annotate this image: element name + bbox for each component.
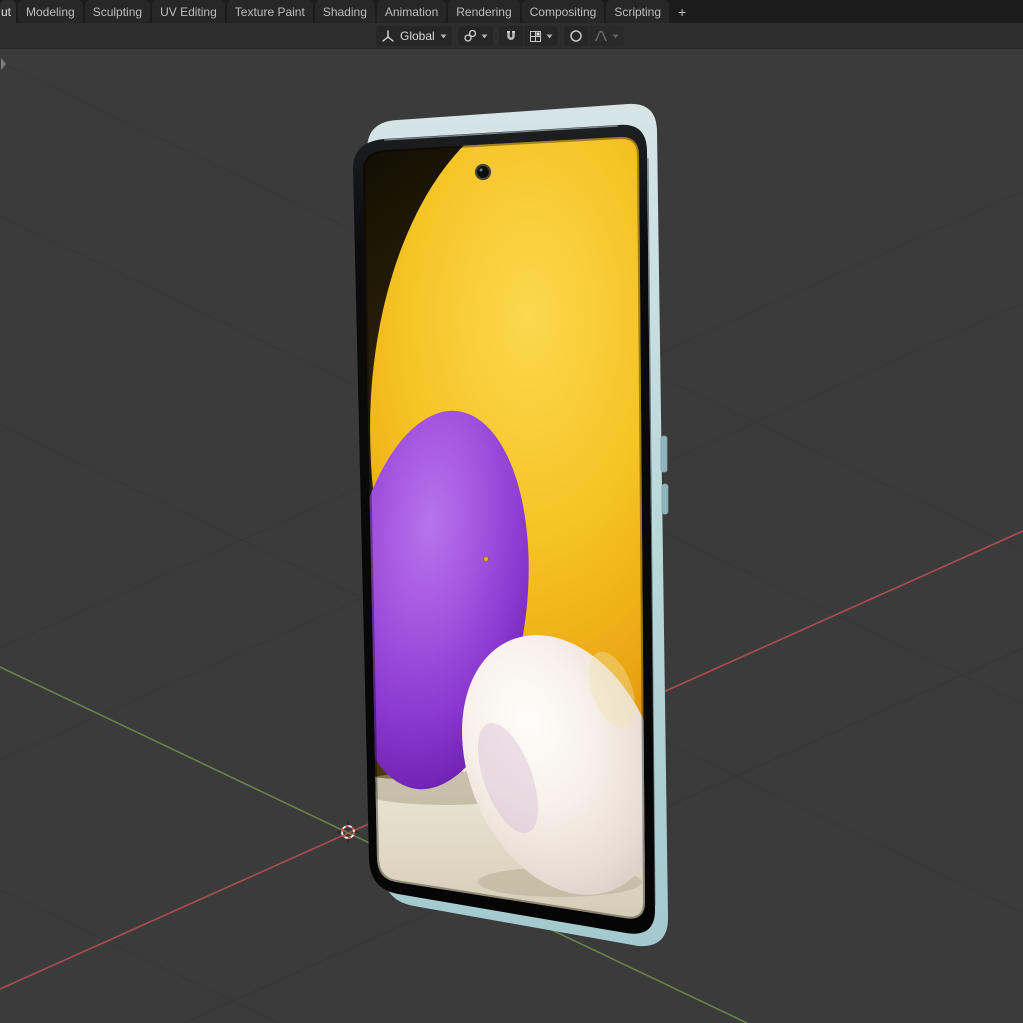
chevron-down-icon: [612, 34, 619, 38]
tab-layout-clipped[interactable]: ut: [0, 0, 16, 23]
tab-texture-paint[interactable]: Texture Paint: [226, 0, 313, 23]
transform-orientation-icon: [382, 30, 394, 42]
tab-scripting[interactable]: Scripting: [606, 0, 670, 23]
tab-rendering[interactable]: Rendering: [448, 0, 520, 23]
object-origin-point[interactable]: [483, 556, 489, 562]
chevron-down-icon: [546, 34, 553, 38]
snap-settings-dropdown[interactable]: [523, 26, 558, 46]
add-workspace-button[interactable]: +: [671, 0, 693, 23]
proportional-editing-icon: [569, 30, 582, 42]
snapping-group: [498, 26, 558, 46]
magnet-icon: [506, 31, 515, 40]
camera-lens-glint: [479, 168, 483, 172]
toolbar-expand-arrow[interactable]: [1, 58, 6, 70]
snap-toggle-button[interactable]: [498, 26, 523, 46]
viewport-header-controls: Global: [376, 26, 624, 46]
pivot-point-icon: [464, 29, 476, 42]
viewport-header: Global: [0, 23, 1023, 49]
tab-shading[interactable]: Shading: [314, 0, 375, 23]
falloff-curve-icon: [594, 30, 607, 42]
volume-button: [660, 435, 668, 473]
orientation-label: Global: [400, 29, 435, 43]
viewport-3d[interactable]: [0, 0, 1023, 1023]
transform-orientation-dropdown[interactable]: Global: [376, 26, 452, 46]
tab-compositing[interactable]: Compositing: [521, 0, 605, 23]
pivot-point-dropdown[interactable]: [457, 26, 493, 46]
phone-screen-wallpaper: [362, 136, 646, 919]
power-button: [661, 483, 669, 515]
proportional-editing-group: [563, 26, 624, 46]
camera-punch-hole: [474, 163, 492, 181]
tab-modeling[interactable]: Modeling: [18, 0, 83, 23]
workspace-tab-bar: ut Modeling Sculpting UV Editing Texture…: [0, 0, 1023, 23]
chevron-down-icon: [440, 34, 447, 38]
tab-uv-editing[interactable]: UV Editing: [152, 0, 225, 23]
tab-animation[interactable]: Animation: [376, 0, 447, 23]
tab-sculpting[interactable]: Sculpting: [84, 0, 151, 23]
snap-increment-icon: [529, 30, 541, 42]
proportional-falloff-dropdown[interactable]: [588, 26, 624, 46]
chevron-down-icon: [481, 34, 488, 38]
phone-model[interactable]: [328, 100, 750, 947]
proportional-editing-toggle[interactable]: [563, 26, 588, 46]
blender-window: ut Modeling Sculpting UV Editing Texture…: [0, 0, 1023, 1023]
